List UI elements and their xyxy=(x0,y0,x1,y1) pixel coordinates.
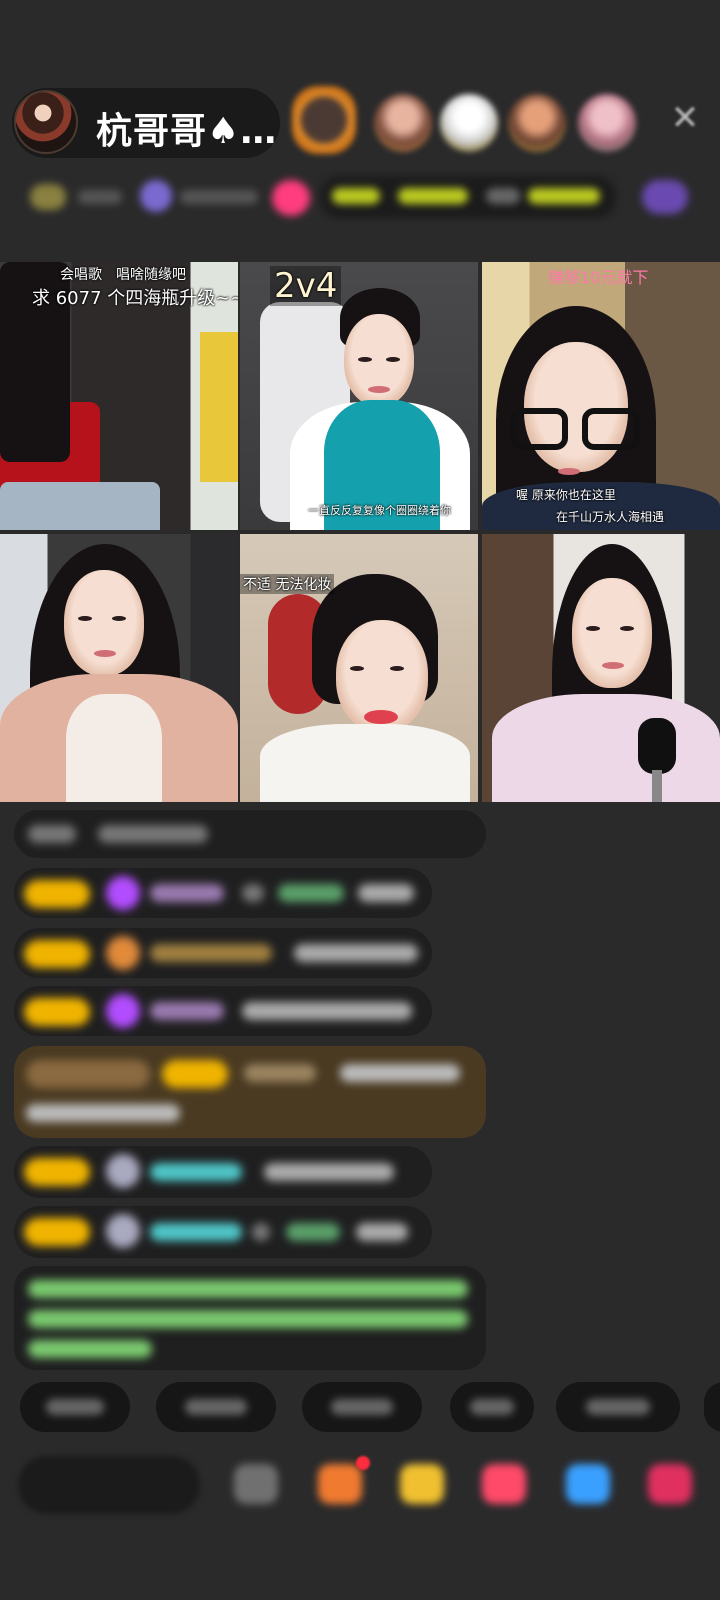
viewer-avatar[interactable] xyxy=(578,94,636,152)
chat-message[interactable] xyxy=(14,868,432,918)
gift-box-icon[interactable] xyxy=(318,1464,362,1504)
host-info-pill[interactable]: 杭哥哥♠… xyxy=(12,88,280,158)
chat-message[interactable] xyxy=(14,1146,432,1198)
live-info-strip xyxy=(0,168,720,226)
rank-text xyxy=(78,190,122,204)
guest-video-tile[interactable] xyxy=(0,534,238,802)
viewer-avatar[interactable] xyxy=(440,94,498,152)
heart-icon[interactable] xyxy=(272,180,310,216)
chat-message[interactable] xyxy=(14,928,432,978)
guest-video-tile[interactable]: 2v4 一直反反复复像个圈圈绕着你 xyxy=(240,262,478,530)
tile-caption: 不适 无法化妆 xyxy=(240,574,335,594)
activity-text xyxy=(332,188,380,204)
tile-caption: 一直反反复复像个圈圈绕着你 xyxy=(308,504,451,517)
emoji-icon[interactable] xyxy=(234,1464,278,1504)
host-name[interactable]: 杭哥哥♠… xyxy=(96,102,277,154)
treasure-icon[interactable] xyxy=(400,1464,444,1504)
chat-message[interactable] xyxy=(14,986,432,1036)
guest-video-tile[interactable] xyxy=(482,534,720,802)
quick-reply-button[interactable] xyxy=(302,1382,422,1432)
system-message[interactable] xyxy=(14,810,486,858)
close-icon[interactable]: ✕ xyxy=(667,100,703,136)
notification-dot xyxy=(356,1456,370,1470)
heart-gift-icon[interactable] xyxy=(482,1464,526,1504)
activity-text xyxy=(486,188,520,204)
guest-video-tile[interactable]: 不适 无法化妆 xyxy=(240,534,478,802)
tile-caption: 赚够10元就下 xyxy=(548,268,649,287)
tile-caption: 喔 原来你也在这里 xyxy=(516,488,616,502)
tile-caption: 在千山万水人海相遇 xyxy=(556,510,665,524)
rank-icon[interactable] xyxy=(30,184,66,210)
tile-caption: 求 6077 个四海瓶升级~~ xyxy=(32,288,238,309)
quick-reply-button[interactable] xyxy=(450,1382,534,1432)
fan-icon[interactable] xyxy=(140,180,172,212)
activity-icon[interactable] xyxy=(642,180,688,214)
viewer-avatar[interactable] xyxy=(374,94,432,152)
video-grid: 会唱歌 唱啥随缘吧 求 6077 个四海瓶升级~~ 2v4 一直反反复复像个圈圈… xyxy=(0,262,720,802)
activity-text xyxy=(528,188,600,204)
fan-text xyxy=(180,190,258,204)
quick-reply-button[interactable] xyxy=(704,1382,720,1432)
tile-caption: 会唱歌 xyxy=(60,267,102,283)
quick-reply-button[interactable] xyxy=(20,1382,130,1432)
guest-video-tile[interactable]: 赚够10元就下 喔 原来你也在这里 在千山万水人海相遇 xyxy=(482,262,720,530)
bottom-bar xyxy=(0,1452,720,1522)
highlight-message[interactable] xyxy=(14,1046,486,1138)
game-icon[interactable] xyxy=(566,1464,610,1504)
more-apps-icon[interactable] xyxy=(648,1464,692,1504)
host-avatar[interactable] xyxy=(14,90,78,154)
quick-reply-button[interactable] xyxy=(156,1382,276,1432)
top-bar: 杭哥哥♠… ✕ xyxy=(0,80,720,160)
system-notice xyxy=(14,1266,486,1370)
comment-input[interactable] xyxy=(18,1456,200,1514)
quick-reply-row xyxy=(0,1382,720,1438)
guest-video-tile[interactable]: 会唱歌 唱啥随缘吧 求 6077 个四海瓶升级~~ xyxy=(0,262,238,530)
top-viewer-avatar[interactable] xyxy=(292,86,356,154)
viewer-avatar[interactable] xyxy=(508,94,566,152)
chat-list xyxy=(0,810,720,1370)
pk-score-badge: 2v4 xyxy=(270,266,342,306)
tile-caption: 唱啥随缘吧 xyxy=(116,267,186,283)
quick-reply-button[interactable] xyxy=(556,1382,680,1432)
activity-text xyxy=(398,188,468,204)
chat-message[interactable] xyxy=(14,1206,432,1258)
